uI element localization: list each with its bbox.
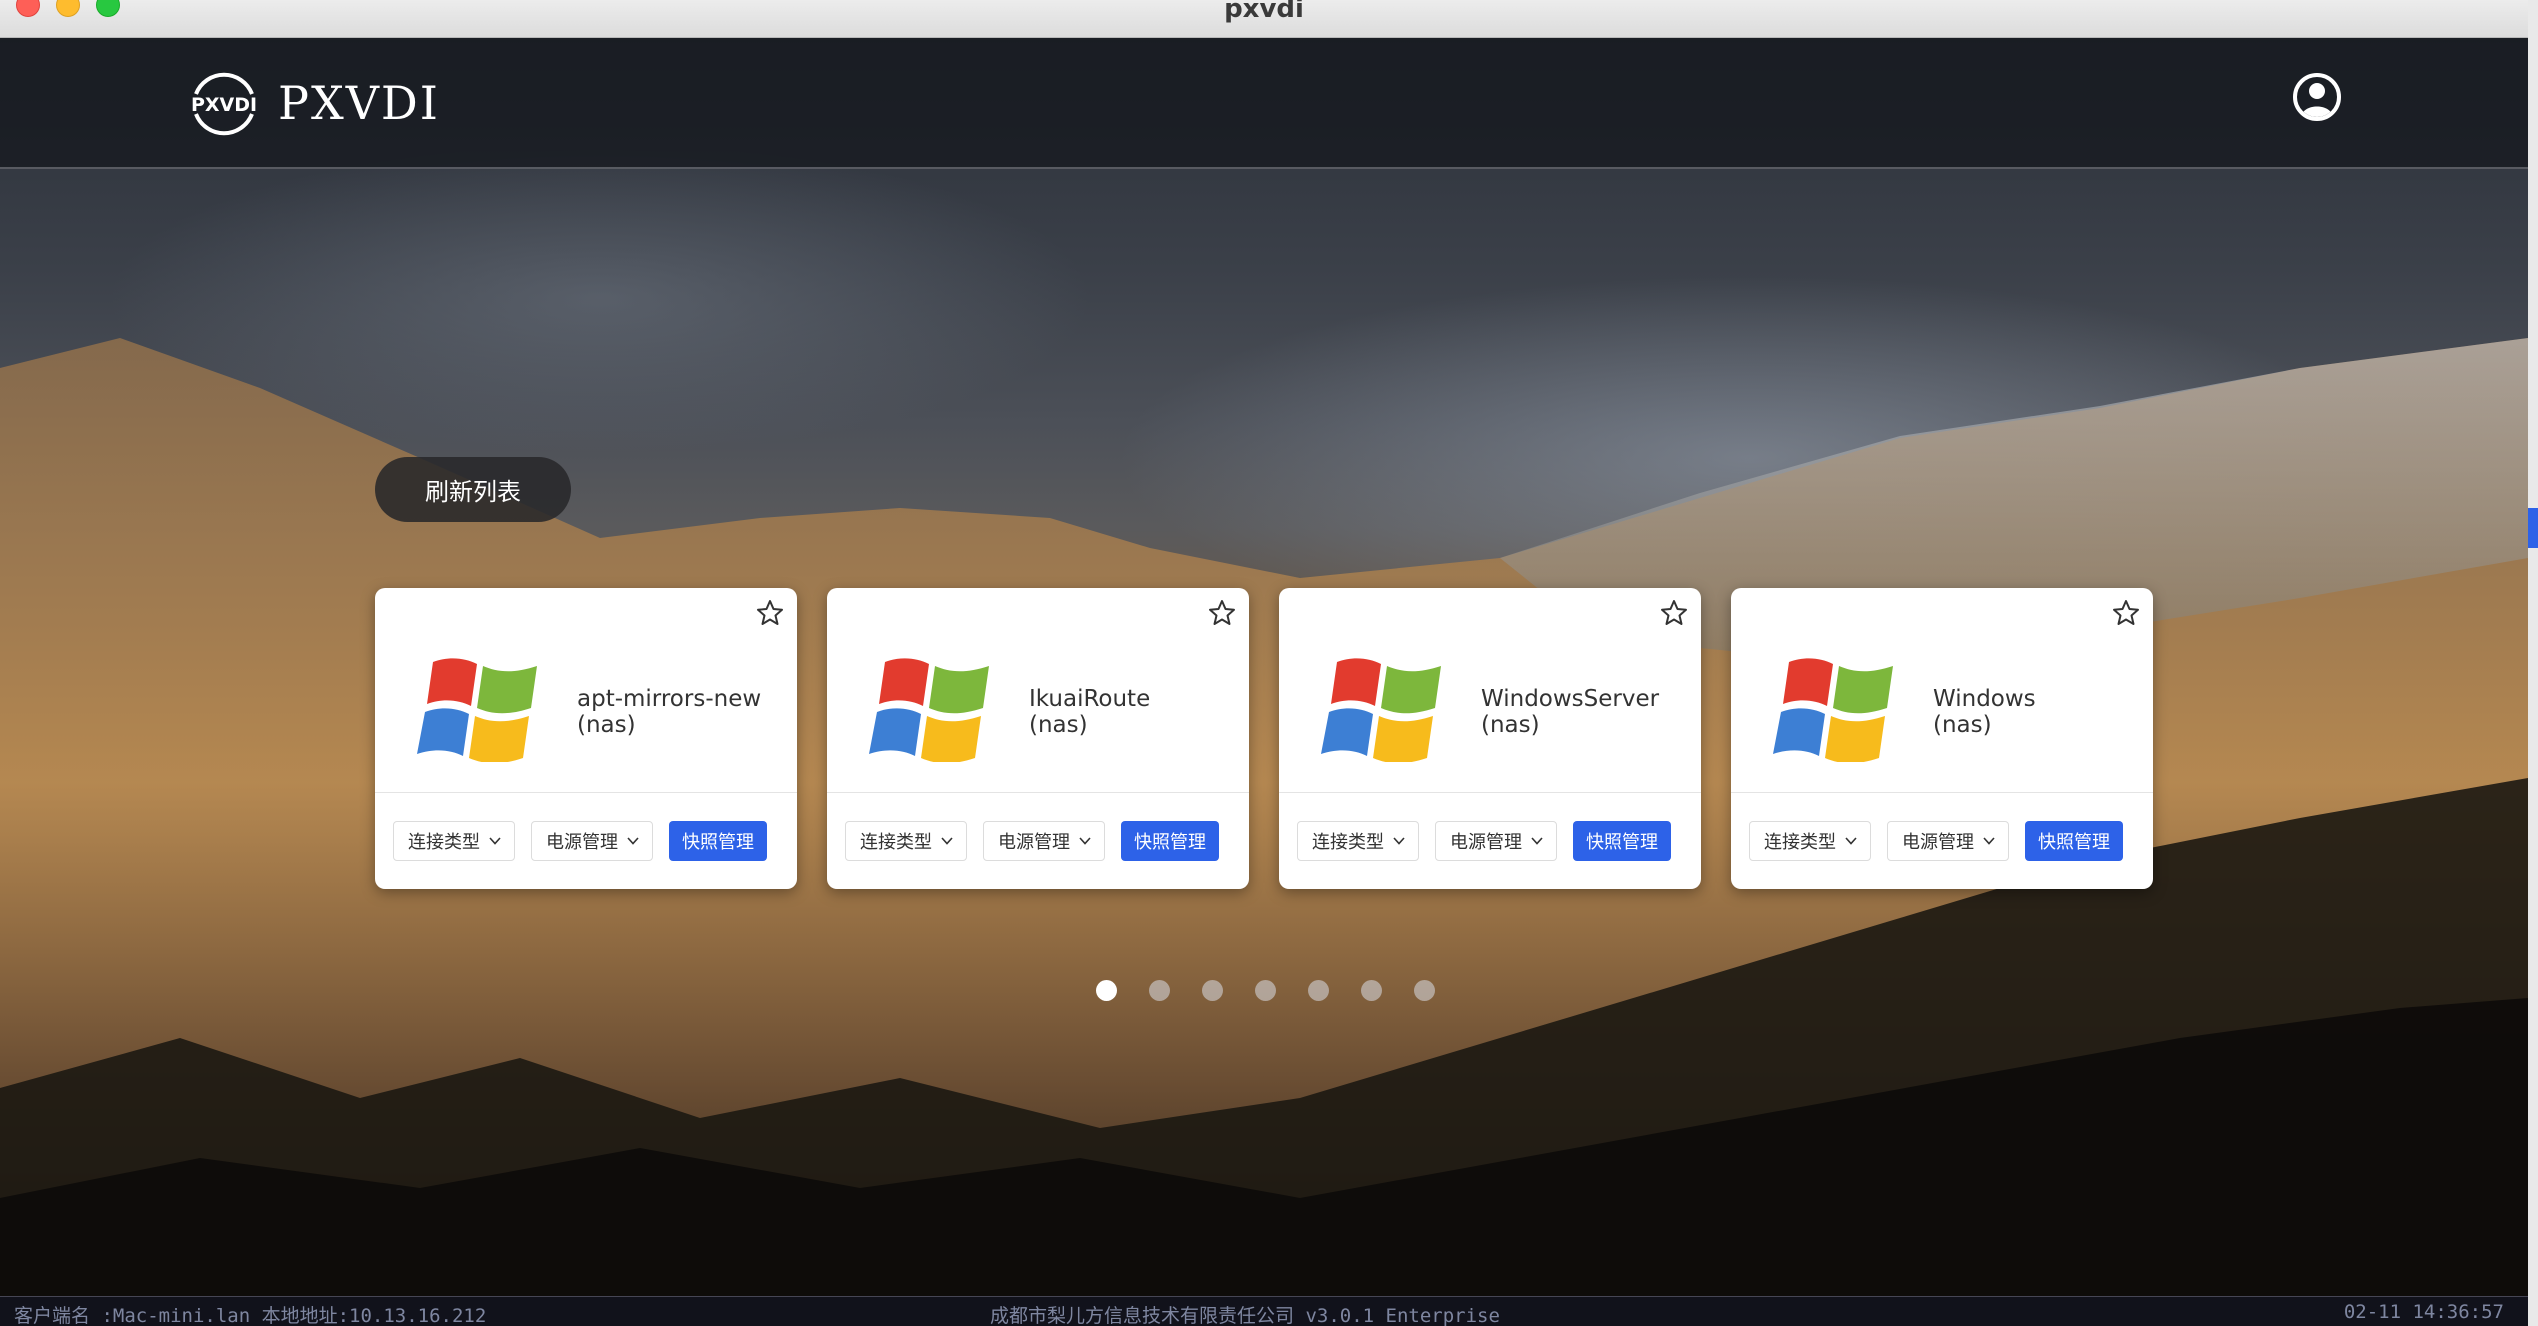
snapshot-management-button[interactable]: 快照管理 — [669, 821, 767, 861]
vm-card-actions: 连接类型 电源管理 快照管理 — [845, 821, 1219, 861]
connection-type-dropdown[interactable]: 连接类型 — [1749, 821, 1871, 861]
vm-card-body[interactable]: Windows (nas) — [1731, 588, 2153, 793]
power-management-dropdown[interactable]: 电源管理 — [1435, 821, 1557, 861]
page-dot-3[interactable] — [1202, 980, 1223, 1001]
close-window-button[interactable] — [16, 0, 40, 17]
traffic-lights — [16, 0, 120, 22]
window-edge — [2528, 0, 2538, 1326]
vm-card-body[interactable]: WindowsServer (nas) — [1279, 588, 1701, 793]
favorite-star-icon[interactable] — [1207, 598, 1237, 628]
vm-card-actions: 连接类型 电源管理 快照管理 — [1749, 821, 2123, 861]
windows-logo-icon — [417, 658, 537, 762]
chevron-down-icon — [627, 837, 639, 845]
vm-card: Windows (nas) 连接类型 电源管理 快照管理 — [1731, 588, 2153, 889]
vm-card-actions: 连接类型 电源管理 快照管理 — [1297, 821, 1671, 861]
page-dot-5[interactable] — [1308, 980, 1329, 1001]
vm-card-actions: 连接类型 电源管理 快照管理 — [393, 821, 767, 861]
vm-name: Windows (nas) — [1933, 686, 2036, 738]
connection-type-dropdown[interactable]: 连接类型 — [393, 821, 515, 861]
status-bar: 客户端名 :Mac-mini.lan 本地地址:10.13.16.212 成都市… — [0, 1296, 2528, 1326]
zoom-window-button[interactable] — [96, 0, 120, 17]
window-titlebar: pxvdi — [0, 0, 2528, 38]
svg-text:PXVDI: PXVDI — [191, 94, 257, 116]
snapshot-management-button[interactable]: 快照管理 — [2025, 821, 2123, 861]
windows-logo-icon — [1321, 658, 1441, 762]
connection-type-dropdown[interactable]: 连接类型 — [845, 821, 967, 861]
chevron-down-icon — [1983, 837, 1995, 845]
snapshot-management-button[interactable]: 快照管理 — [1573, 821, 1671, 861]
favorite-star-icon[interactable] — [1659, 598, 1689, 628]
power-management-dropdown[interactable]: 电源管理 — [1887, 821, 2009, 861]
favorite-star-icon[interactable] — [755, 598, 785, 628]
clock: 02-11 14:36:57 — [2343, 1301, 2504, 1323]
chevron-down-icon — [1079, 837, 1091, 845]
app-header: PXVDI PXVDI — [0, 38, 2528, 169]
vm-card: apt-mirrors-new (nas) 连接类型 电源管理 快照管理 — [375, 588, 797, 889]
power-management-dropdown[interactable]: 电源管理 — [531, 821, 653, 861]
chevron-down-icon — [941, 837, 953, 845]
refresh-list-button[interactable]: 刷新列表 — [375, 457, 571, 522]
vm-name: WindowsServer (nas) — [1481, 686, 1660, 738]
page-dot-7[interactable] — [1414, 980, 1435, 1001]
pagination-dots — [1096, 980, 1435, 1001]
user-account-button[interactable] — [2293, 73, 2341, 121]
chevron-down-icon — [489, 837, 501, 845]
windows-logo-icon — [869, 658, 989, 762]
edge-tab — [2528, 508, 2538, 548]
chevron-down-icon — [1845, 837, 1857, 845]
chevron-down-icon — [1393, 837, 1405, 845]
window-title: pxvdi — [1224, 0, 1304, 24]
brand-name: PXVDI — [278, 76, 440, 130]
page-dot-4[interactable] — [1255, 980, 1276, 1001]
app-window: pxvdi PXVDI PXVDI 刷新列表 apt-mirrors-new (… — [0, 0, 2528, 1326]
brand-badge-icon: PXVDI — [184, 66, 264, 140]
vm-name: apt-mirrors-new (nas) — [577, 686, 762, 738]
company-version: 成都市梨儿方信息技术有限责任公司 v3.0.1 Enterprise — [990, 1305, 1500, 1326]
windows-logo-icon — [1773, 658, 1893, 762]
brand-logo: PXVDI PXVDI — [184, 66, 440, 140]
user-circle-icon — [2301, 83, 2333, 117]
vm-name: IkuaiRoute (nas) — [1029, 686, 1151, 738]
page-dot-2[interactable] — [1149, 980, 1170, 1001]
vm-card-body[interactable]: apt-mirrors-new (nas) — [375, 588, 797, 793]
vm-card-body[interactable]: IkuaiRoute (nas) — [827, 588, 1249, 793]
minimize-window-button[interactable] — [56, 0, 80, 17]
vm-card-list: apt-mirrors-new (nas) 连接类型 电源管理 快照管理 Iku… — [375, 588, 2153, 889]
page-dot-1[interactable] — [1096, 980, 1117, 1001]
chevron-down-icon — [1531, 837, 1543, 845]
connection-type-dropdown[interactable]: 连接类型 — [1297, 821, 1419, 861]
favorite-star-icon[interactable] — [2111, 598, 2141, 628]
vm-card: WindowsServer (nas) 连接类型 电源管理 快照管理 — [1279, 588, 1701, 889]
power-management-dropdown[interactable]: 电源管理 — [983, 821, 1105, 861]
client-info: 客户端名 :Mac-mini.lan 本地地址:10.13.16.212 — [14, 1305, 487, 1326]
page-dot-6[interactable] — [1361, 980, 1382, 1001]
vm-card: IkuaiRoute (nas) 连接类型 电源管理 快照管理 — [827, 588, 1249, 889]
snapshot-management-button[interactable]: 快照管理 — [1121, 821, 1219, 861]
